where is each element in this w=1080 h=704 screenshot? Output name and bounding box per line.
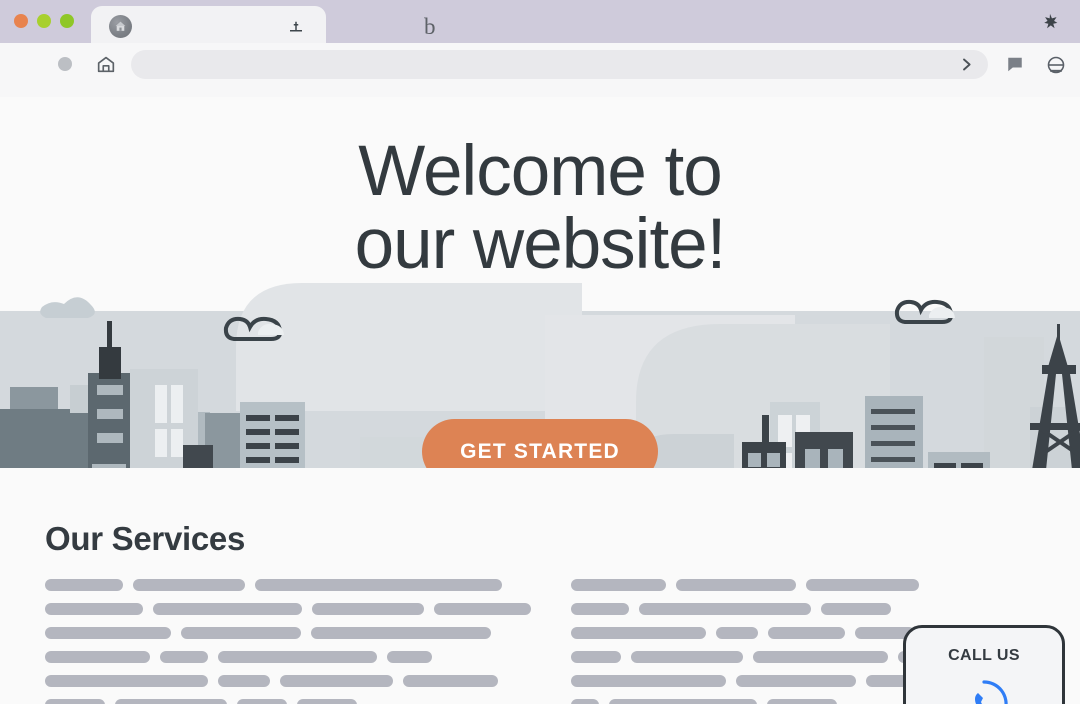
home-icon[interactable]	[95, 53, 117, 75]
get-started-button[interactable]: GET STARTED	[422, 419, 658, 468]
skeleton-bar	[297, 699, 357, 704]
skeleton-bar	[45, 675, 208, 687]
account-circle-icon[interactable]	[1046, 55, 1066, 75]
address-bar[interactable]	[131, 50, 988, 79]
services-left-column	[45, 579, 532, 704]
skeleton-bar	[609, 699, 757, 704]
skeleton-bar	[45, 627, 171, 639]
skeleton-bar	[434, 603, 531, 615]
skeleton-bar	[767, 699, 837, 704]
skeleton-bar	[403, 675, 498, 687]
skeleton-bar	[255, 579, 502, 591]
skeleton-bar	[218, 675, 270, 687]
skeleton-bar	[806, 579, 919, 591]
site-favicon-icon	[109, 15, 132, 38]
anchor-icon	[287, 20, 305, 34]
skeleton-bar	[736, 675, 856, 687]
hero-section: Welcome to our website! GET STARTED	[0, 97, 1080, 468]
skeleton-row	[45, 603, 532, 615]
skeleton-bar	[153, 603, 302, 615]
hero-title-line1: Welcome to	[358, 132, 723, 211]
skeleton-bar	[821, 603, 891, 615]
skeleton-bar	[768, 627, 845, 639]
skeleton-bar	[160, 651, 208, 663]
services-heading: Our Services	[45, 520, 246, 557]
skeleton-row	[45, 627, 532, 639]
skeleton-bar	[311, 627, 491, 639]
browser-window: b Welcome to our website! GET STARTED Ou…	[0, 0, 1080, 704]
skeleton-bar	[237, 699, 287, 704]
skeleton-bar	[115, 699, 227, 704]
skeleton-bar	[218, 651, 377, 663]
skeleton-bar	[133, 579, 245, 591]
star-burst-icon[interactable]	[1040, 13, 1060, 31]
skeleton-bar	[280, 675, 393, 687]
reload-dot-icon[interactable]	[58, 57, 72, 71]
minimize-window-button[interactable]	[37, 14, 51, 28]
browser-tab-active[interactable]: b	[91, 6, 436, 46]
tab-extra-glyph: b	[424, 14, 436, 39]
skeleton-bar	[45, 579, 123, 591]
skeleton-bar	[571, 627, 706, 639]
web-page-content: Welcome to our website! GET STARTED Our …	[0, 97, 1080, 704]
skeleton-bar	[312, 603, 424, 615]
skeleton-row	[571, 579, 1035, 591]
skeleton-bar	[571, 675, 726, 687]
skeleton-bar	[571, 699, 599, 704]
skeleton-row	[45, 675, 532, 687]
call-us-title: CALL US	[948, 647, 1020, 664]
speech-bubble-icon[interactable]	[1006, 56, 1024, 73]
skeleton-row	[571, 603, 1035, 615]
chevron-right-icon[interactable]	[959, 57, 974, 72]
skeleton-bar	[45, 651, 150, 663]
skeleton-bar	[753, 651, 888, 663]
hero-title-line2: our website!	[354, 205, 727, 284]
window-traffic-lights	[14, 14, 74, 28]
close-window-button[interactable]	[14, 14, 28, 28]
skeleton-bar	[45, 699, 105, 704]
phone-circle-icon[interactable]	[957, 677, 1011, 704]
skeleton-bar	[571, 651, 621, 663]
skeleton-bar	[639, 603, 811, 615]
tab-strip: b	[0, 0, 1080, 46]
skeleton-row	[45, 699, 532, 704]
skeleton-bar	[716, 627, 758, 639]
skeleton-row	[45, 651, 532, 663]
maximize-window-button[interactable]	[60, 14, 74, 28]
skeleton-bar	[45, 603, 143, 615]
skeleton-row	[45, 579, 532, 591]
skeleton-bar	[181, 627, 301, 639]
skeleton-bar	[676, 579, 796, 591]
skeleton-bar	[571, 603, 629, 615]
skeleton-bar	[571, 579, 666, 591]
page-title: Welcome to our website!	[0, 135, 1080, 281]
call-us-widget[interactable]: CALL US We are online	[903, 625, 1065, 704]
skeleton-bar	[387, 651, 432, 663]
skeleton-bar	[631, 651, 743, 663]
